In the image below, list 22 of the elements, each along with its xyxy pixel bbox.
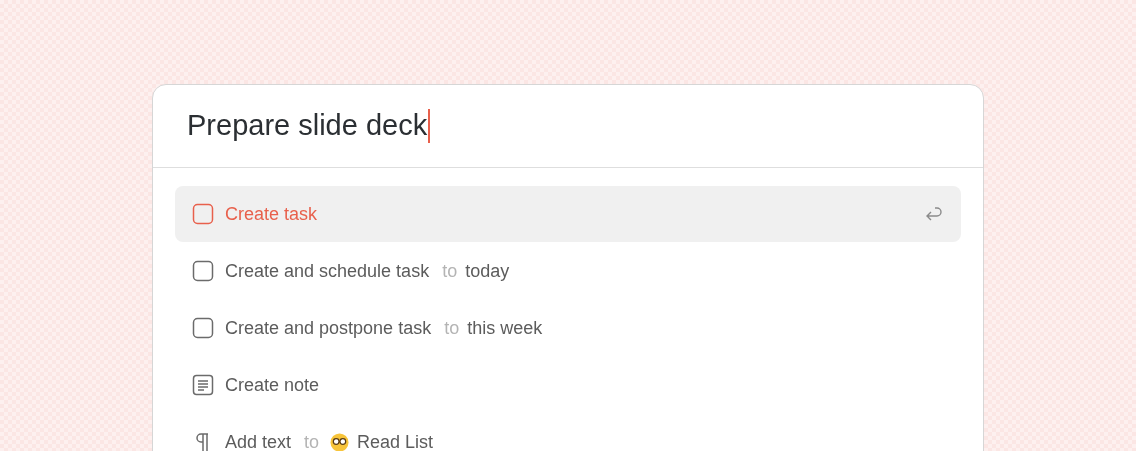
- checkbox-icon: [192, 317, 214, 339]
- note-icon: [192, 374, 214, 396]
- command-item[interactable]: Create and schedule task to today: [175, 243, 961, 299]
- task-input[interactable]: Prepare slide deck: [153, 85, 983, 168]
- command-label: Create task: [225, 202, 318, 226]
- connector-text: to: [444, 316, 460, 340]
- connector-text: to: [304, 430, 320, 451]
- target-text: this week: [467, 316, 543, 340]
- command-item[interactable]: Add text to Read List: [175, 414, 961, 451]
- target-text: today: [465, 259, 510, 283]
- command-label: Create note: [225, 373, 320, 397]
- checkbox-icon: [192, 203, 214, 225]
- text-cursor: [428, 109, 431, 143]
- enter-icon: [924, 206, 944, 222]
- command-label: Create and schedule task: [225, 259, 430, 283]
- command-label: Add text: [225, 430, 292, 451]
- command-label: Create and postpone task: [225, 316, 432, 340]
- connector-text: to: [442, 259, 458, 283]
- command-item[interactable]: Create note: [175, 357, 961, 413]
- command-item[interactable]: Create and postpone task to this week: [175, 300, 961, 356]
- checkbox-icon: [192, 260, 214, 282]
- target-text: Read List: [357, 430, 434, 451]
